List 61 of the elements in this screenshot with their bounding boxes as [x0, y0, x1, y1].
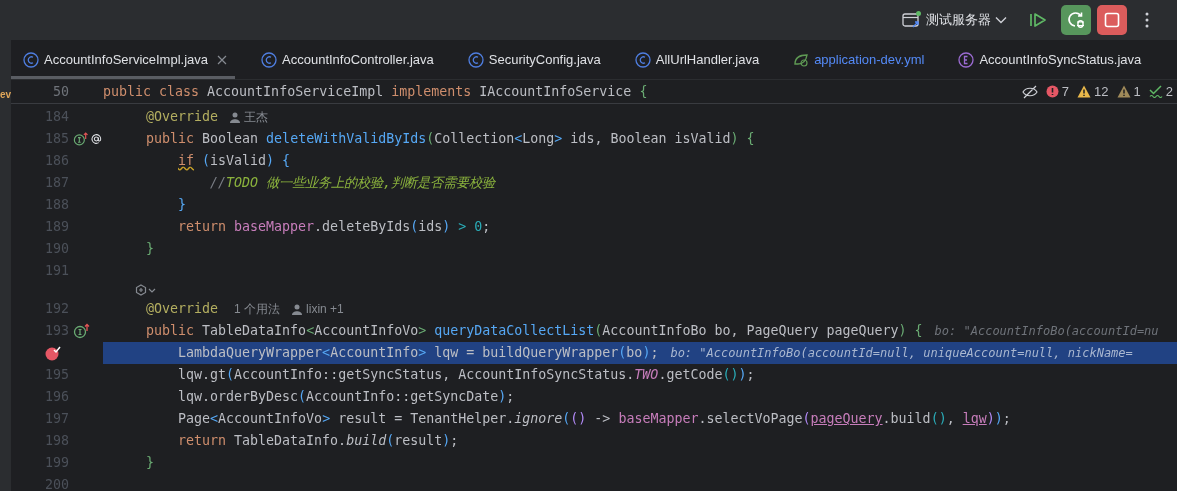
code-line: }: [146, 454, 154, 473]
implements-icon[interactable]: [73, 323, 91, 339]
debug-value-hint: bo: "AccountInfoBo(accountId=nu: [934, 323, 1159, 340]
debug-value-hint: bo: "AccountInfoBo(accountId=null, uniqueAccount=null, nickName=: [670, 345, 1133, 362]
author-hint[interactable]: lixin +1: [306, 300, 344, 318]
code-line: public class AccountInfoServiceImpl implements IAccountInfoService {: [103, 82, 648, 101]
run-config-selector[interactable]: 测试服务器: [902, 10, 1007, 30]
close-icon[interactable]: [217, 54, 228, 65]
error-icon: [1045, 85, 1059, 98]
line-number: 50: [52, 82, 69, 101]
code-line: lqw.orderByDesc(AccountInfo::getSyncDate);: [178, 388, 515, 407]
ai-hint-icon[interactable]: [135, 284, 157, 296]
inspection-count[interactable]: 1: [1116, 81, 1141, 102]
class-icon: [634, 51, 651, 68]
person-icon: [230, 111, 241, 123]
typo-check-icon: [1148, 85, 1163, 98]
code-line: //TODO 做一些业务上的校验,判断是否需要校验: [210, 174, 496, 193]
leaf-icon: [793, 52, 810, 67]
code-line: }: [178, 196, 186, 215]
usages-hint[interactable]: 1 个用法: [234, 300, 281, 318]
at-icon[interactable]: [90, 132, 103, 146]
reader-mode-icon[interactable]: [1021, 84, 1038, 99]
class-icon: [261, 51, 278, 68]
stop-icon: [1104, 12, 1120, 28]
person-icon: [292, 303, 303, 315]
editor-tab[interactable]: SecurityConfig.java: [455, 39, 609, 79]
warning-icon: [1116, 85, 1131, 98]
server-icon: [902, 11, 922, 29]
editor-tab[interactable]: application-dev.yml: [781, 39, 933, 79]
code-line: return baseMapper.deleteByIds(ids) > 0;: [178, 218, 491, 237]
rerun-debug-button[interactable]: [1061, 5, 1091, 35]
code-line: lqw.gt(AccountInfo::getSyncStatus, AccountInfoSyncStatus.TWO.getCode());: [178, 366, 755, 385]
code-line: if (isValid) {: [178, 152, 291, 171]
stop-button[interactable]: [1097, 5, 1127, 35]
side-panel-label: ev: [0, 90, 11, 100]
inspection-count[interactable]: 2: [1148, 81, 1173, 102]
code-line: Page<AccountInfoVo> result = TenantHelper.ignore(() -> baseMapper.selectVoPage(pageQuery.build(), lqw));: [178, 410, 1011, 429]
editor-tab[interactable]: AllUrlHandler.java: [622, 39, 768, 79]
code-line: }: [146, 240, 154, 259]
class-icon: [467, 51, 484, 68]
editor-tab[interactable]: AccountInfoController.java: [249, 39, 442, 79]
rerun-bug-icon: [1066, 10, 1086, 30]
code-line: LambdaQueryWrapper<AccountInfo> lqw = buildQueryWrapper(bo);: [178, 344, 659, 363]
code-line: return TableDataInfo.build(result);: [178, 432, 459, 451]
class-icon: [23, 51, 39, 68]
code-line: @Override: [146, 108, 219, 127]
code-line: public Boolean deleteWithValidByIds(Collection<Long> ids, Boolean isValid) {: [146, 130, 755, 149]
warning-icon: [1077, 85, 1092, 98]
author-hint[interactable]: 王杰: [244, 108, 269, 126]
code-line: public TableDataInfo<AccountInfoVo> queryDataCollectList(AccountInfoBo bo, PageQuery pageQuery) {: [146, 322, 923, 341]
chevron-down-icon: [995, 16, 1007, 24]
enum-icon: [958, 51, 975, 68]
editor-tab[interactable]: AccountInfoServiceImpl.java: [11, 39, 236, 79]
resume-icon: [1029, 12, 1047, 28]
inspection-count[interactable]: 7: [1045, 81, 1070, 102]
editor-tab[interactable]: AccountInfoSyncStatus.java: [946, 39, 1150, 79]
inspection-count[interactable]: 12: [1077, 81, 1109, 102]
implements-icon[interactable]: [73, 131, 90, 147]
code-line: @Override: [146, 300, 219, 319]
kebab-menu-icon: [1145, 12, 1149, 28]
breakpoint-icon[interactable]: [45, 345, 61, 361]
